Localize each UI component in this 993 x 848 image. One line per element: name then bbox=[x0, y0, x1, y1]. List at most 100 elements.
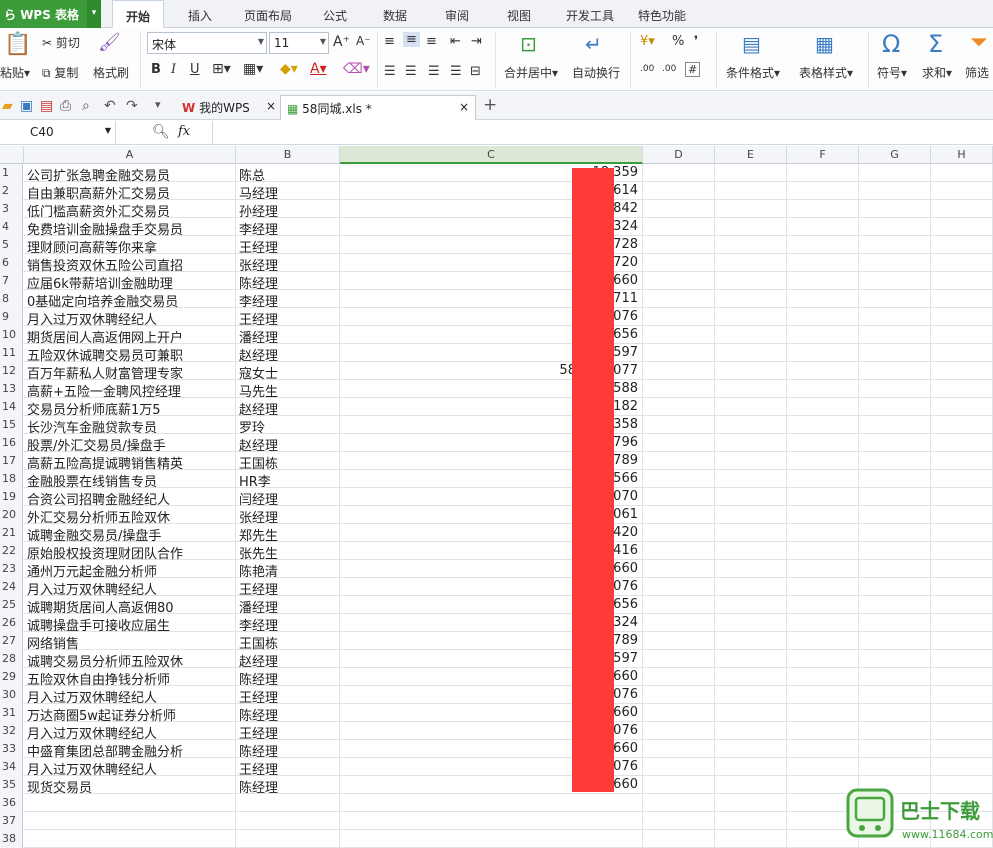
cell-empty[interactable] bbox=[643, 344, 715, 362]
cell-b[interactable] bbox=[236, 830, 340, 848]
cell-empty[interactable] bbox=[859, 272, 931, 290]
font-name-select[interactable]: 宋体 ▼ bbox=[147, 32, 267, 54]
currency-icon[interactable]: ¥▾ bbox=[640, 34, 655, 49]
cell-c[interactable] bbox=[340, 794, 643, 812]
cell-empty[interactable] bbox=[931, 578, 993, 596]
cell-empty[interactable] bbox=[859, 200, 931, 218]
cell-empty[interactable] bbox=[859, 650, 931, 668]
cell-empty[interactable] bbox=[859, 632, 931, 650]
cell-empty[interactable] bbox=[787, 740, 859, 758]
cell-empty[interactable] bbox=[787, 164, 859, 182]
row-number[interactable]: 29 bbox=[0, 668, 23, 686]
row-number[interactable]: 2 bbox=[0, 182, 23, 200]
cell-empty[interactable] bbox=[859, 560, 931, 578]
align-left-icon[interactable]: ☰ bbox=[384, 64, 396, 79]
cell-empty[interactable] bbox=[715, 362, 787, 380]
cell-empty[interactable] bbox=[715, 236, 787, 254]
cell-empty[interactable] bbox=[643, 254, 715, 272]
cell-empty[interactable] bbox=[931, 182, 993, 200]
cell-empty[interactable] bbox=[931, 200, 993, 218]
cell-empty[interactable] bbox=[643, 470, 715, 488]
cell-b[interactable]: 孙经理 bbox=[236, 200, 340, 218]
cell-empty[interactable] bbox=[787, 254, 859, 272]
cell-b[interactable]: 马先生 bbox=[236, 380, 340, 398]
cell-empty[interactable] bbox=[715, 488, 787, 506]
cell-empty[interactable] bbox=[643, 776, 715, 794]
cell-a[interactable]: 高薪五险高提诚聘销售精英 bbox=[24, 452, 236, 470]
redo-icon[interactable]: ↷ bbox=[126, 98, 138, 114]
table-style-button[interactable]: 表格样式▾ bbox=[799, 64, 853, 81]
align-top-icon[interactable]: ≡ bbox=[384, 34, 395, 49]
cell-empty[interactable] bbox=[643, 308, 715, 326]
cell-empty[interactable] bbox=[643, 362, 715, 380]
tab-developer[interactable]: 开发工具 bbox=[558, 0, 622, 28]
column-header-f[interactable]: F bbox=[787, 146, 859, 164]
cell-empty[interactable] bbox=[931, 542, 993, 560]
cell-empty[interactable] bbox=[715, 200, 787, 218]
cell-empty[interactable] bbox=[931, 380, 993, 398]
cell-empty[interactable] bbox=[931, 218, 993, 236]
tab-58-xls[interactable]: ▦ 58同城.xls * × bbox=[280, 95, 476, 120]
cell-empty[interactable] bbox=[715, 506, 787, 524]
cell-empty[interactable] bbox=[859, 488, 931, 506]
tab-my-wps[interactable]: W 我的WPS × bbox=[176, 95, 280, 120]
chevron-down-icon[interactable]: ▼ bbox=[105, 126, 111, 135]
cell-empty[interactable] bbox=[643, 182, 715, 200]
row-number[interactable]: 11 bbox=[0, 344, 23, 362]
column-header-h[interactable]: H bbox=[931, 146, 993, 164]
column-header-b[interactable]: B bbox=[236, 146, 340, 164]
cell-empty[interactable] bbox=[787, 362, 859, 380]
cell-a[interactable]: 高薪+五险一金聘风控经理 bbox=[24, 380, 236, 398]
tab-view[interactable]: 视图 bbox=[496, 0, 542, 28]
print-icon[interactable]: ⎙ bbox=[60, 98, 71, 114]
cell-empty[interactable] bbox=[643, 218, 715, 236]
cell-empty[interactable] bbox=[787, 416, 859, 434]
cell-empty[interactable] bbox=[859, 308, 931, 326]
cell-empty[interactable] bbox=[931, 686, 993, 704]
row-number[interactable]: 33 bbox=[0, 740, 23, 758]
comma-style-button[interactable]: ❜ bbox=[694, 34, 698, 49]
cell-a[interactable]: 公司扩张急聘金融交易员 bbox=[24, 164, 236, 182]
cell-a[interactable]: 月入过万双休聘经纪人 bbox=[24, 308, 236, 326]
cell-empty[interactable] bbox=[715, 452, 787, 470]
cell-b[interactable] bbox=[236, 794, 340, 812]
cell-b[interactable]: 赵经理 bbox=[236, 344, 340, 362]
cell-empty[interactable] bbox=[715, 722, 787, 740]
cell-empty[interactable] bbox=[787, 200, 859, 218]
cell-empty[interactable] bbox=[643, 542, 715, 560]
cell-empty[interactable] bbox=[931, 758, 993, 776]
cell-empty[interactable] bbox=[715, 758, 787, 776]
tab-page-layout[interactable]: 页面布局 bbox=[236, 0, 300, 28]
row-number[interactable]: 16 bbox=[0, 434, 23, 452]
cell-empty[interactable] bbox=[715, 668, 787, 686]
cell-empty[interactable] bbox=[643, 380, 715, 398]
justify-icon[interactable]: ☰ bbox=[450, 64, 462, 79]
cell-empty[interactable] bbox=[859, 614, 931, 632]
cell-empty[interactable] bbox=[787, 182, 859, 200]
cell-empty[interactable] bbox=[931, 488, 993, 506]
print-preview-icon[interactable]: ⌕ bbox=[82, 98, 90, 114]
row-number[interactable]: 37 bbox=[0, 812, 23, 830]
cell-empty[interactable] bbox=[643, 398, 715, 416]
cell-empty[interactable] bbox=[859, 236, 931, 254]
cell-empty[interactable] bbox=[859, 524, 931, 542]
cell-empty[interactable] bbox=[931, 398, 993, 416]
cell-empty[interactable] bbox=[715, 542, 787, 560]
cell-b[interactable]: 陈经理 bbox=[236, 272, 340, 290]
symbol-button[interactable]: 符号▾ bbox=[877, 64, 907, 81]
cell-empty[interactable] bbox=[931, 416, 993, 434]
cell-empty[interactable] bbox=[931, 596, 993, 614]
cell-empty[interactable] bbox=[931, 470, 993, 488]
cell-empty[interactable] bbox=[859, 452, 931, 470]
cell-a[interactable]: 百万年薪私人财富管理专家 bbox=[24, 362, 236, 380]
cell-empty[interactable] bbox=[643, 326, 715, 344]
cell-b[interactable]: 王经理 bbox=[236, 308, 340, 326]
cell-a[interactable]: 网络销售 bbox=[24, 632, 236, 650]
row-number[interactable]: 8 bbox=[0, 290, 23, 308]
chevron-down-icon[interactable]: ▾ bbox=[87, 0, 101, 28]
row-number[interactable]: 13 bbox=[0, 380, 23, 398]
close-icon[interactable]: × bbox=[266, 99, 276, 113]
cell-empty[interactable] bbox=[715, 704, 787, 722]
cell-empty[interactable] bbox=[643, 830, 715, 848]
row-number[interactable]: 35 bbox=[0, 776, 23, 794]
